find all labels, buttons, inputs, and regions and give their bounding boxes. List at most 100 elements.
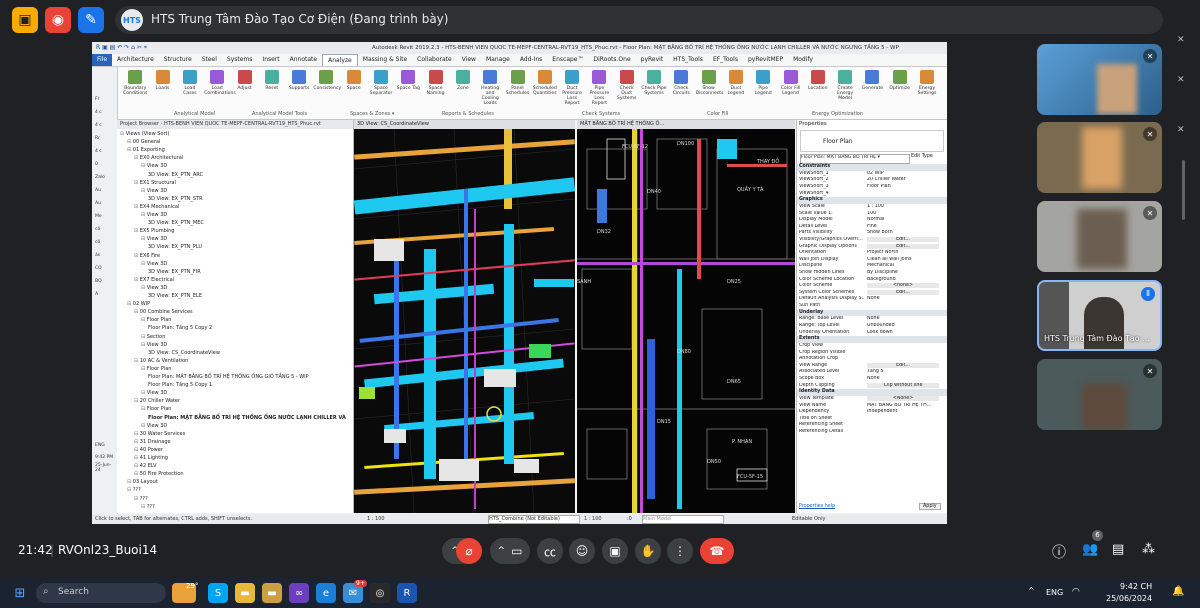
tree-item[interactable]: ⊟ EX6 Fire: [134, 253, 160, 259]
view-tab-plan[interactable]: MẶT BẰNG BỐ TRÍ HỆ THỐNG Ố...: [577, 120, 795, 129]
tree-item[interactable]: Floor Plan: MẶT BẰNG BỐ TRÍ HỆ THỐNG ỐNG…: [148, 374, 309, 380]
tree-item[interactable]: Floor Plan: MẶT BẰNG BỐ TRÍ HỆ THỐNG ỐNG…: [148, 415, 346, 421]
property-value[interactable]: Unbounded: [867, 323, 939, 328]
visual-studio-icon[interactable]: ∞: [289, 583, 309, 603]
tree-item[interactable]: 3D View: EX_PTN_MEC: [148, 220, 204, 226]
ribbon-button-create-energy-model[interactable]: Create Energy Model: [832, 70, 858, 110]
taskbar-date[interactable]: 25/06/2024: [1106, 594, 1152, 603]
more-options-button[interactable]: ⋮: [667, 538, 693, 564]
ribbon-tab-systems[interactable]: Systems: [222, 54, 258, 66]
property-value[interactable]: None: [867, 376, 939, 381]
tree-item[interactable]: ⊟ 50 Fire Protection: [134, 471, 184, 477]
tree-item[interactable]: ⊟ View 3D: [141, 261, 167, 267]
ribbon-button-consistency[interactable]: Consistency: [313, 70, 341, 110]
property-value[interactable]: Clip without line: [867, 382, 939, 388]
tree-item[interactable]: ⊟ View 3D: [141, 236, 167, 242]
ribbon-tab-pyrevit[interactable]: pyRevit: [636, 54, 669, 66]
slides-icon[interactable]: ▣: [12, 7, 38, 33]
wifi-icon[interactable]: ◠: [1072, 587, 1080, 597]
ribbon-button-panel-schedules[interactable]: Panel Schedules: [505, 70, 531, 110]
win-taskbar-item[interactable]: 4 c: [95, 123, 114, 129]
ribbon-tab-modify[interactable]: Modify: [788, 54, 818, 66]
tree-item[interactable]: ⊟ EX7 Electrical: [134, 277, 174, 283]
ribbon-button-loads[interactable]: Loads: [150, 70, 176, 110]
tray-chevron-icon[interactable]: ^: [1028, 586, 1035, 595]
property-value[interactable]: <None>: [867, 396, 939, 401]
ribbon-button-zone[interactable]: Zone: [450, 70, 476, 110]
properties-section-underlay[interactable]: Underlay: [797, 309, 947, 317]
whiteboard-icon[interactable]: ✎: [78, 7, 104, 33]
win-taskbar-item[interactable]: cô: [95, 227, 114, 233]
tree-item[interactable]: ⊟ EX4 Mechanical: [134, 204, 179, 210]
taskbar-language[interactable]: ENG: [1046, 588, 1063, 597]
view-3d[interactable]: 3D View: CS_CoordinateView: [354, 120, 575, 513]
tree-item[interactable]: ⊟ Floor Plan: [141, 366, 171, 372]
tree-item[interactable]: ⊟ 00 Combine Services: [134, 309, 193, 315]
ribbon-button-duct-legend[interactable]: Duct Legend: [723, 70, 749, 110]
ribbon-tab-annotate[interactable]: Annotate: [285, 54, 322, 66]
win-taskbar-item[interactable]: 0: [95, 162, 114, 168]
ribbon-button-energy-settings[interactable]: Energy Settings: [914, 70, 940, 110]
ribbon-tab-insert[interactable]: Insert: [257, 54, 284, 66]
tree-item[interactable]: ⊟ View 3D: [141, 423, 167, 429]
property-value[interactable]: Project North: [867, 250, 939, 255]
windows-start-icon[interactable]: ⊞: [10, 583, 30, 603]
mic-toggle-button[interactable]: ⌀: [456, 538, 482, 564]
ribbon-button-space-naming[interactable]: Space Naming: [423, 70, 449, 110]
win-taskbar-item[interactable]: cô: [95, 240, 114, 246]
property-value[interactable]: None: [867, 296, 939, 301]
tree-item[interactable]: ⊟ EX0 Architectural: [134, 155, 183, 161]
participant-tile-1[interactable]: ✕: [1037, 44, 1162, 115]
tree-item[interactable]: ⊟ View 3D: [141, 390, 167, 396]
view-3d-canvas[interactable]: [354, 129, 575, 513]
edge-icon[interactable]: e: [316, 583, 336, 603]
property-value[interactable]: Fine: [867, 224, 939, 229]
taskbar-time[interactable]: 9:42 CH: [1120, 582, 1152, 591]
tree-item[interactable]: ⊟ 41 Lighting: [134, 455, 168, 461]
property-value[interactable]: 20 Chiller Water: [867, 177, 939, 182]
participant-tile-self[interactable]: HTS Trung Tâm Đào Tạo ... ⦀: [1037, 280, 1162, 351]
property-value[interactable]: 1 : 100: [867, 204, 939, 209]
info-icon[interactable]: ⓘ: [1052, 542, 1066, 562]
ribbon-button-check-duct-systems[interactable]: Check Duct Systems: [614, 70, 640, 110]
ribbon-button-heating-and-cooling-loads[interactable]: Heating and Cooling Loads: [477, 70, 503, 110]
ribbon-button-supports[interactable]: Supports: [286, 70, 312, 110]
people-icon[interactable]: 👥: [1082, 542, 1098, 557]
apply-button[interactable]: Apply: [919, 503, 941, 510]
ribbon-tab-steel[interactable]: Steel: [197, 54, 222, 66]
win-taskbar-item[interactable]: CO: [95, 266, 114, 272]
chat-icon[interactable]: ▤: [1112, 542, 1124, 557]
tree-item[interactable]: 3D View: EX_PTN_STR: [148, 196, 203, 202]
property-value[interactable]: Tầng 5: [867, 369, 939, 374]
scrollbar[interactable]: [1182, 160, 1185, 220]
tree-item[interactable]: ⊟ Views (View Sort): [120, 131, 169, 137]
ribbon-button-scheduled-quantities[interactable]: Scheduled Quantities: [532, 70, 558, 110]
ribbon-button-optimize[interactable]: Optimize: [887, 70, 913, 110]
ribbon-button-check-pipe-systems[interactable]: Check Pipe Systems: [641, 70, 667, 110]
tree-item[interactable]: ⊟ 01 Exporting: [127, 147, 165, 153]
property-value[interactable]: None: [867, 316, 939, 321]
win-taskbar-item[interactable]: Rr: [95, 136, 114, 142]
skype-icon[interactable]: S: [208, 583, 228, 603]
property-value[interactable]: Show Both: [867, 230, 939, 235]
property-value[interactable]: Edit...: [867, 362, 939, 368]
activities-icon[interactable]: ⁂: [1142, 542, 1155, 557]
tree-item[interactable]: 3D View: EX_PTN_PLU: [148, 244, 202, 250]
ribbon-tab-architecture[interactable]: Architecture: [112, 54, 159, 66]
tree-item[interactable]: ⊟ Floor Plan: [141, 406, 171, 412]
ribbon-button-space-separator[interactable]: Space Separator: [368, 70, 394, 110]
participant-tile-2[interactable]: ✕: [1037, 122, 1162, 193]
tree-item[interactable]: 3D View: EX_PTN_ARC: [148, 172, 203, 178]
properties-section-graphics[interactable]: Graphics: [797, 197, 947, 204]
tree-item[interactable]: 3D View: EX_PTN_ELE: [148, 293, 202, 299]
ribbon-button-location[interactable]: Location: [805, 70, 831, 110]
tree-item[interactable]: ⊟ View 3D: [141, 212, 167, 218]
tree-item[interactable]: ⊟ 00 General: [127, 139, 160, 145]
ribbon-button-load-combinations[interactable]: Load Combinations: [204, 70, 236, 110]
win-taskbar-item[interactable]: A: [95, 292, 114, 298]
ribbon-button-color-fill-legend[interactable]: Color Fill Legend: [778, 70, 804, 110]
property-value[interactable]: Independent: [867, 409, 939, 414]
revit-quick-access-icons[interactable]: R ▣ ▤ ↶ ↷ ⌂ ✂ ⌖: [96, 44, 147, 52]
tree-item[interactable]: ⊟ View 3D: [141, 342, 167, 348]
ribbon-tab-view[interactable]: View: [457, 54, 481, 66]
